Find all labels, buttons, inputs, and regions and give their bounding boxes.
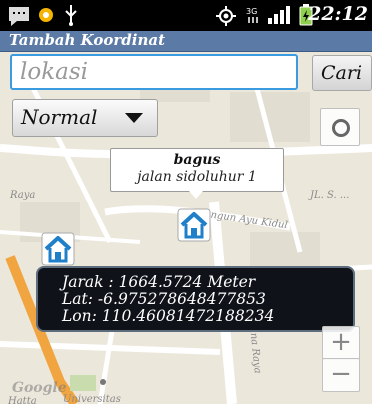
marker-snippet: jalan sidoluhur 1 [137, 169, 257, 185]
distance-info-box: Jarak : 1664.5724 Meter Lat: -6.97527864… [36, 266, 355, 332]
search-input[interactable]: lokasi [10, 54, 298, 90]
marker-title: bagus [173, 152, 221, 168]
signal-icon [268, 6, 290, 24]
callout-pointer [189, 191, 203, 199]
google-logo: Google [12, 380, 67, 396]
status-clock: 22:12 [308, 3, 368, 25]
status-bar: 3G 22:12 [0, 0, 372, 31]
map-type-dropdown[interactable]: Normal [12, 99, 158, 137]
zoom-in-button[interactable]: + [322, 326, 360, 360]
chat-icon [9, 7, 29, 26]
notification-dot-icon [39, 8, 53, 22]
app-title: Tambah Koordinat [9, 31, 166, 49]
home-marker-icon[interactable] [177, 208, 211, 242]
home-marker-2-icon[interactable] [41, 232, 75, 266]
svg-text:3G: 3G [246, 7, 257, 16]
map-label-place: JL. S. ... [310, 190, 350, 201]
usb-icon [65, 5, 77, 26]
marker-info-window[interactable]: bagus jalan sidoluhur 1 [110, 148, 284, 192]
search-button[interactable]: Cari [312, 55, 372, 91]
my-location-button[interactable] [320, 108, 360, 146]
dropdown-arrow-icon [125, 113, 143, 123]
longitude-text: Lon: 110.46081472188234 [62, 307, 275, 325]
my-location-icon [332, 119, 350, 137]
distance-text: Jarak : 1664.5724 Meter [62, 273, 256, 291]
app-title-bar: Tambah Koordinat [0, 31, 372, 52]
map-label-raya: Raya [10, 190, 36, 201]
zoom-out-button[interactable]: − [322, 358, 360, 392]
network-3g-icon: 3G [246, 7, 258, 23]
latitude-text: Lat: -6.975278648477853 [62, 290, 266, 308]
map-label-universitas: Universitas [63, 394, 121, 404]
gps-icon [216, 6, 236, 26]
map-label-hatta: Hatta [8, 396, 37, 404]
map-type-selected: Normal [21, 105, 98, 129]
